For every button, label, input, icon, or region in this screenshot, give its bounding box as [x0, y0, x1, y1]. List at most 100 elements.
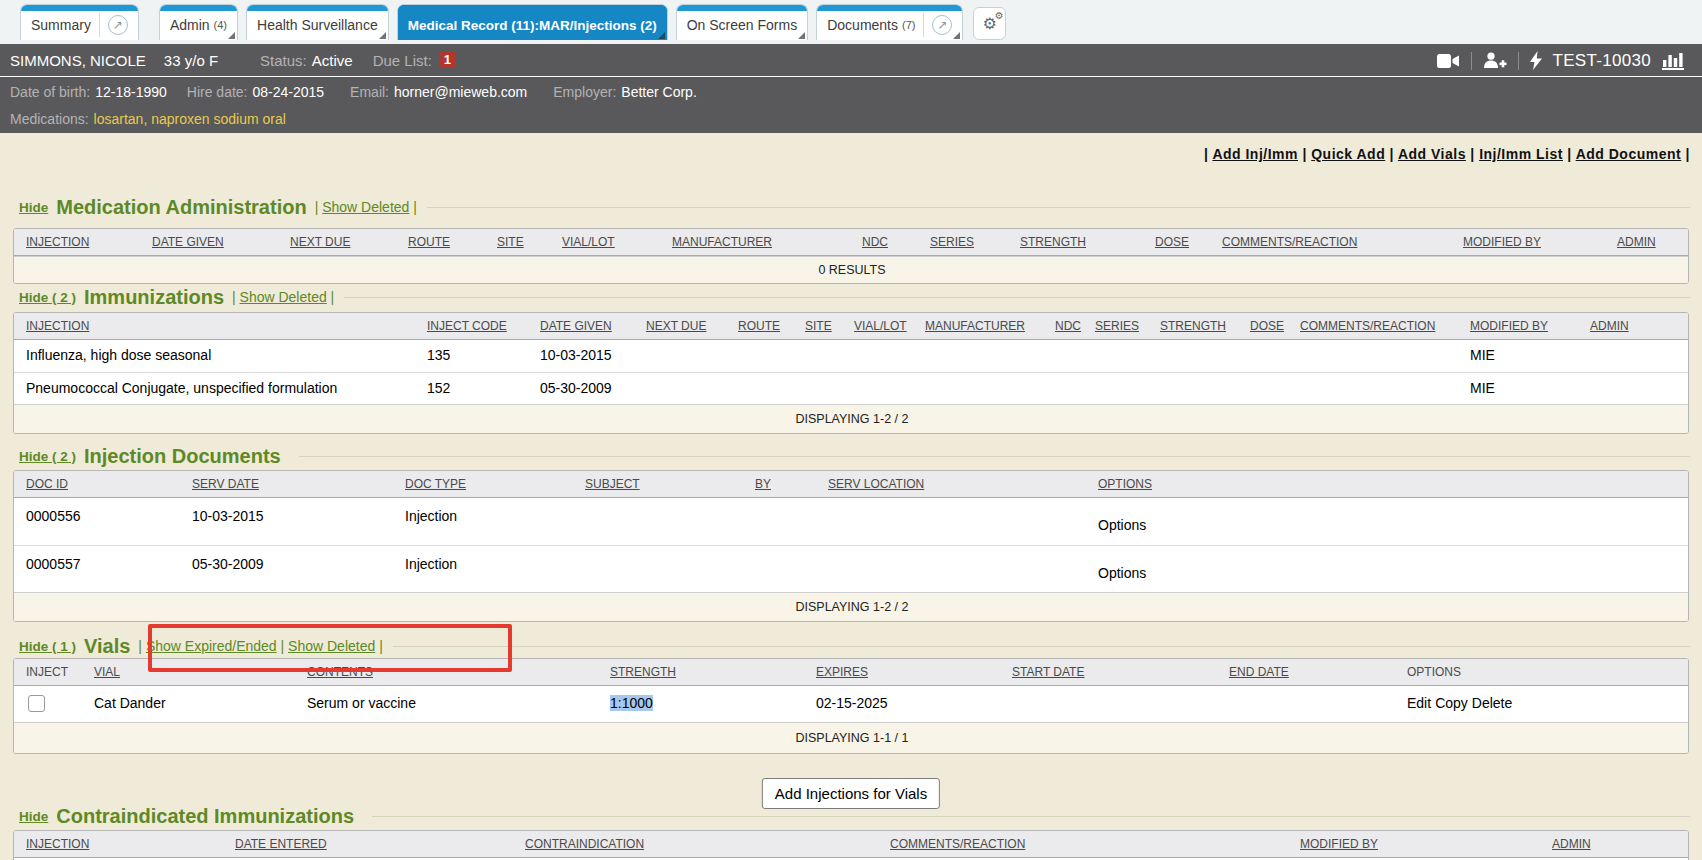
show-deleted-link[interactable]: Show Deleted	[240, 289, 327, 305]
column-header-ndc[interactable]: NDC	[850, 229, 918, 256]
medication-link[interactable]: naproxen sodium oral	[151, 111, 286, 127]
column-header-comments-reaction[interactable]: COMMENTS/REACTION	[1210, 229, 1451, 256]
table-cell: EditCopyDelete	[1395, 686, 1689, 722]
action-link-add-inj-imm[interactable]: Add Inj/Imm	[1212, 146, 1298, 162]
delete-link[interactable]: Delete	[1472, 695, 1512, 711]
table-cell	[14, 686, 82, 722]
hide-link-vials[interactable]: Hide ( 1 )	[19, 639, 76, 654]
divider	[1518, 52, 1519, 70]
action-link-inj-imm-list[interactable]: Inj/Imm List	[1479, 146, 1563, 162]
column-header-comments-reaction[interactable]: COMMENTS/REACTION	[1288, 313, 1458, 340]
tab-divider	[99, 13, 100, 37]
column-header-date-given[interactable]: DATE GIVEN	[140, 229, 278, 256]
hide-link-medication-administration[interactable]: Hide	[19, 200, 48, 215]
column-header-series[interactable]: SERIES	[918, 229, 1008, 256]
column-header-dose[interactable]: DOSE	[1143, 229, 1210, 256]
column-header-injection[interactable]: INJECTION	[14, 831, 223, 858]
column-header-inject-code[interactable]: INJECT CODE	[415, 313, 528, 340]
column-header-strength[interactable]: STRENGTH	[1008, 229, 1143, 256]
open-in-new-window-icon[interactable]: ↗	[932, 15, 952, 35]
column-header-date-entered[interactable]: DATE ENTERED	[223, 831, 513, 858]
table-vials: INJECTVIALCONTENTSSTRENGTHEXPIRESSTART D…	[13, 658, 1689, 754]
column-header-start-date[interactable]: START DATE	[1000, 659, 1217, 686]
column-header-doc-type[interactable]: DOC TYPE	[393, 471, 573, 498]
row-checkbox[interactable]	[28, 695, 45, 712]
hide-link-immunizations[interactable]: Hide ( 2 )	[19, 290, 76, 305]
column-header-expires[interactable]: EXPIRES	[804, 659, 1000, 686]
column-header-injection[interactable]: INJECTION	[14, 229, 140, 256]
options-link[interactable]: Options	[1098, 517, 1146, 533]
show-deleted-link[interactable]: Show Deleted	[322, 199, 409, 215]
column-header-next-due[interactable]: NEXT DUE	[278, 229, 396, 256]
column-header-date-given[interactable]: DATE GIVEN	[528, 313, 634, 340]
due-list-badge[interactable]: 1	[439, 52, 456, 68]
table-cell	[913, 372, 1043, 404]
column-header-modified-by[interactable]: MODIFIED BY	[1458, 313, 1578, 340]
hide-link-contraindicated-immunizations[interactable]: Hide	[19, 809, 48, 824]
add-injections-for-vials-button[interactable]: Add Injections for Vials	[762, 778, 940, 809]
tab-medical-record-11-mar-injections-2-[interactable]: Medical Record (11):MAR/Injections (2)	[397, 4, 668, 40]
column-header-admin[interactable]: ADMIN	[1540, 831, 1689, 858]
medication-link[interactable]: losartan	[94, 111, 144, 127]
column-header-route[interactable]: ROUTE	[396, 229, 485, 256]
column-header-next-due[interactable]: NEXT DUE	[634, 313, 726, 340]
column-header-serv-location[interactable]: SERV LOCATION	[816, 471, 1086, 498]
tab-label: Summary	[31, 17, 91, 33]
table-cell: 10-03-2015	[528, 340, 634, 372]
column-header-subject[interactable]: SUBJECT	[573, 471, 743, 498]
lightning-bolt-icon[interactable]	[1530, 51, 1542, 70]
action-link-add-document[interactable]: Add Document	[1576, 146, 1682, 162]
column-header-route[interactable]: ROUTE	[726, 313, 793, 340]
tab-health-surveillance[interactable]: Health Surveillance	[246, 4, 389, 40]
column-header-series[interactable]: SERIES	[1083, 313, 1148, 340]
column-header-vial-lot[interactable]: VIAL/LOT	[842, 313, 913, 340]
options-link[interactable]: Options	[1098, 565, 1146, 581]
action-link-quick-add[interactable]: Quick Add	[1311, 146, 1385, 162]
video-camera-icon[interactable]	[1437, 53, 1460, 69]
edit-link[interactable]: Edit	[1407, 695, 1431, 711]
add-person-icon[interactable]	[1483, 52, 1507, 70]
tab-summary[interactable]: Summary ↗	[20, 4, 139, 40]
open-in-new-window-icon[interactable]: ↗	[108, 15, 128, 35]
column-header-by[interactable]: BY	[743, 471, 816, 498]
action-link-add-vials[interactable]: Add Vials	[1398, 146, 1466, 162]
column-header-options[interactable]: OPTIONS	[1395, 659, 1689, 686]
tab-admin[interactable]: Admin(4)	[159, 4, 238, 40]
column-header-admin[interactable]: ADMIN	[1605, 229, 1689, 256]
column-header-modified-by[interactable]: MODIFIED BY	[1288, 831, 1540, 858]
column-header-vial-lot[interactable]: VIAL/LOT	[550, 229, 660, 256]
column-header-admin[interactable]: ADMIN	[1578, 313, 1689, 340]
column-header-contraindication[interactable]: CONTRAINDICATION	[513, 831, 878, 858]
tab-documents[interactable]: Documents(7)↗	[816, 4, 963, 40]
column-header-inject[interactable]: INJECT	[14, 659, 82, 686]
column-header-modified-by[interactable]: MODIFIED BY	[1451, 229, 1605, 256]
copy-link[interactable]: Copy	[1435, 695, 1468, 711]
tab-on-screen-forms[interactable]: On Screen Forms	[676, 4, 808, 40]
patient-age-sex: 33 y/o F	[164, 52, 218, 69]
column-header-manufacturer[interactable]: MANUFACTURER	[913, 313, 1043, 340]
settings-button[interactable]: ⚙⚙	[973, 7, 1005, 40]
hide-link-injection-documents[interactable]: Hide ( 2 )	[19, 449, 76, 464]
column-header-site[interactable]: SITE	[793, 313, 842, 340]
column-header-serv-date[interactable]: SERV DATE	[180, 471, 393, 498]
column-header-manufacturer[interactable]: MANUFACTURER	[660, 229, 850, 256]
column-header-doc-id[interactable]: DOC ID	[14, 471, 180, 498]
table-cell: Pneumococcal Conjugate, unspecified form…	[14, 372, 415, 404]
bar-chart-icon[interactable]	[1662, 51, 1688, 70]
patient-banner: SIMMONS, NICOLE 33 y/o F Status: Active …	[0, 44, 1702, 133]
column-header-site[interactable]: SITE	[485, 229, 550, 256]
column-header-options[interactable]: OPTIONS	[1086, 471, 1689, 498]
tab-menu-corner	[953, 32, 960, 39]
section-heading-injection-documents: Injection Documents	[84, 445, 281, 468]
column-header-strength[interactable]: STRENGTH	[598, 659, 804, 686]
table-cell	[1083, 340, 1148, 372]
column-header-end-date[interactable]: END DATE	[1217, 659, 1395, 686]
column-header-strength[interactable]: STRENGTH	[1148, 313, 1238, 340]
table-footer-text: 0 RESULTS	[14, 256, 1689, 283]
column-header-injection[interactable]: INJECTION	[14, 313, 415, 340]
table-cell	[842, 340, 913, 372]
column-header-ndc[interactable]: NDC	[1043, 313, 1083, 340]
table-row: Influenza, high dose seasonal13510-03-20…	[14, 340, 1689, 372]
column-header-comments-reaction[interactable]: COMMENTS/REACTION	[878, 831, 1288, 858]
column-header-dose[interactable]: DOSE	[1238, 313, 1288, 340]
